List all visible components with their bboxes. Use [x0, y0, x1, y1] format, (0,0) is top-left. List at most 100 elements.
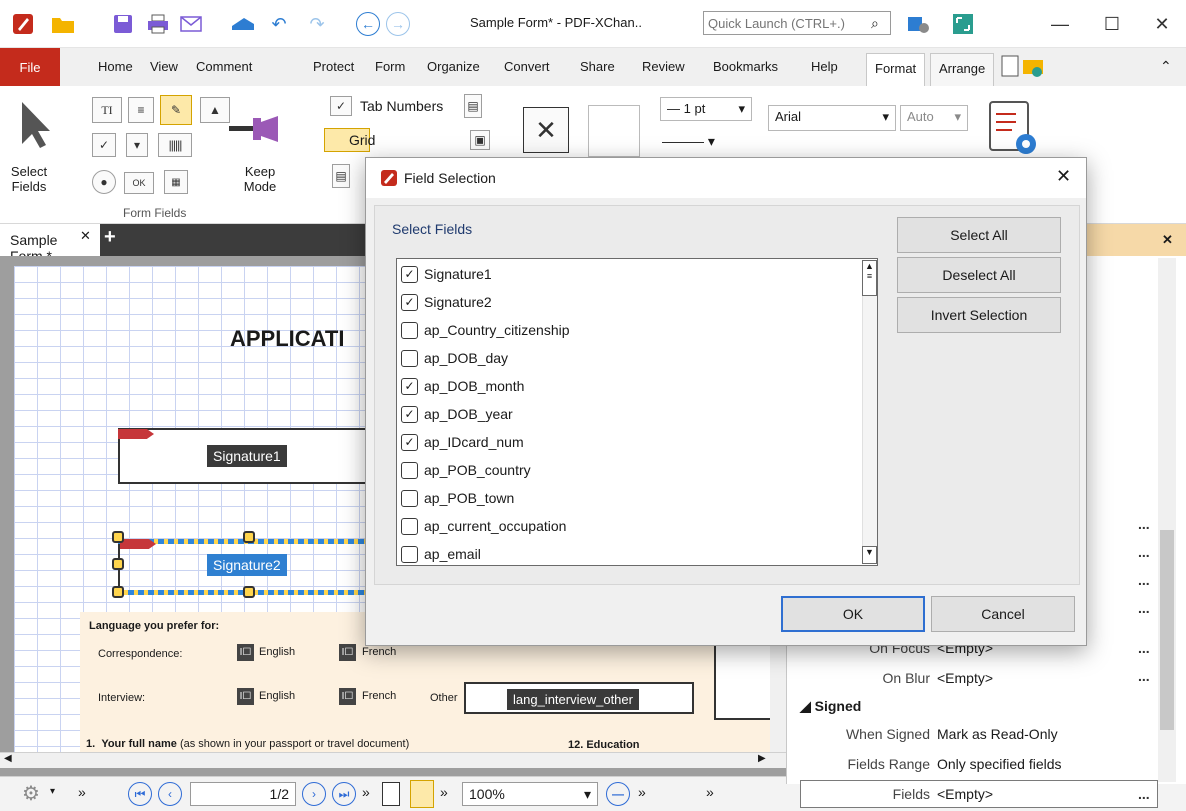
- barcode-tool-icon[interactable]: ||||||: [158, 133, 192, 157]
- checkbox-checked-icon[interactable]: ✓: [401, 405, 418, 423]
- expand-icon[interactable]: »: [440, 784, 448, 800]
- field-list-item[interactable]: ap_email: [401, 541, 481, 565]
- redo-icon[interactable]: ↷: [304, 12, 330, 36]
- on-blur-value[interactable]: <Empty>: [937, 670, 993, 686]
- resize-handle[interactable]: [112, 586, 124, 598]
- font-dropdown[interactable]: Arial ▾: [768, 105, 896, 131]
- scroll-right-icon[interactable]: ▶: [758, 753, 766, 764]
- zoom-dropdown[interactable]: 100% ▾: [462, 782, 598, 806]
- tab-review[interactable]: Review: [642, 59, 685, 74]
- expand-icon[interactable]: »: [706, 784, 714, 800]
- field-list-item[interactable]: ✓ ap_DOB_year: [401, 401, 513, 427]
- continuous-view-icon[interactable]: [410, 780, 434, 808]
- field-list-item[interactable]: ap_POB_country: [401, 457, 531, 483]
- fields-listbox[interactable]: ✓ Signature1 ✓ Signature2 ap_Country_citizen…: [396, 258, 878, 566]
- email-icon[interactable]: [178, 12, 204, 36]
- invert-selection-button[interactable]: Invert Selection: [897, 297, 1061, 333]
- new-tab-icon[interactable]: +: [104, 226, 116, 249]
- resize-handle[interactable]: [112, 558, 124, 570]
- border-none-icon[interactable]: ✕: [523, 107, 569, 153]
- customize-icon[interactable]: [905, 12, 933, 36]
- tab-form[interactable]: Form: [375, 59, 405, 74]
- checkbox-checked-icon[interactable]: ✓: [401, 377, 418, 395]
- signed-section-header[interactable]: ◢ Signed: [800, 698, 861, 715]
- close-panel-icon[interactable]: ✕: [1162, 232, 1173, 248]
- radio-button-tool-icon[interactable]: ●: [92, 170, 116, 194]
- forward-nav-icon[interactable]: →: [386, 12, 410, 36]
- maximize-button[interactable]: ☐: [1092, 10, 1132, 38]
- checkbox-unchecked-icon[interactable]: [401, 349, 418, 367]
- tab-help[interactable]: Help: [811, 59, 838, 74]
- select-fields-button[interactable]: Select Fields: [4, 164, 54, 194]
- combo-box-tool-icon[interactable]: ▾: [126, 133, 148, 157]
- cancel-button[interactable]: Cancel: [931, 596, 1075, 632]
- field-properties-icon[interactable]: [986, 100, 1042, 161]
- last-page-button[interactable]: ⏭: [332, 782, 356, 806]
- grid-button[interactable]: Grid: [324, 128, 375, 152]
- checkbox-tool-icon[interactable]: ✓: [92, 133, 116, 157]
- minimize-button[interactable]: —: [1040, 10, 1080, 38]
- close-tab-icon[interactable]: ✕: [80, 228, 91, 244]
- page-number-input[interactable]: 1/2: [190, 782, 296, 806]
- more-button[interactable]: ...: [1138, 516, 1150, 532]
- button-tool-icon[interactable]: OK: [124, 172, 154, 194]
- chevron-down-icon[interactable]: ▾: [50, 786, 55, 797]
- more-button[interactable]: ...: [1138, 544, 1150, 560]
- document-icon[interactable]: ▤: [332, 164, 350, 188]
- image-field-tool-icon[interactable]: ▲: [200, 97, 230, 123]
- tab-file[interactable]: File: [0, 48, 60, 86]
- resize-handle[interactable]: [112, 531, 124, 543]
- field-list-item[interactable]: ✓ ap_DOB_month: [401, 373, 524, 399]
- signature-field-tool-icon[interactable]: ✎: [160, 95, 192, 125]
- scroll-up-icon[interactable]: ▲ ≡: [862, 260, 877, 296]
- font-size-dropdown[interactable]: Auto ▾: [900, 105, 968, 131]
- fields-value[interactable]: <Empty>: [937, 786, 993, 802]
- date-field-tool-icon[interactable]: ▦: [164, 170, 188, 194]
- field-list-item[interactable]: ✓ Signature2: [401, 289, 492, 315]
- expand-icon[interactable]: »: [362, 784, 370, 800]
- when-signed-value[interactable]: Mark as Read-Only: [937, 726, 1058, 742]
- checkbox-unchecked-icon[interactable]: [401, 489, 418, 507]
- expand-icon[interactable]: »: [78, 784, 86, 800]
- tab-format[interactable]: Format: [866, 53, 926, 86]
- tab-home[interactable]: Home: [98, 59, 133, 74]
- more-button[interactable]: ...: [1138, 572, 1150, 588]
- field-list-item[interactable]: ap_POB_town: [401, 485, 514, 511]
- single-page-view-icon[interactable]: [382, 782, 400, 806]
- english-checkbox[interactable]: I☐: [237, 644, 254, 661]
- line-style-dropdown[interactable]: ——— ▾: [662, 133, 715, 150]
- french-checkbox[interactable]: I☐: [339, 688, 356, 705]
- tab-convert[interactable]: Convert: [504, 59, 550, 74]
- tab-bookmarks[interactable]: Bookmarks: [713, 59, 778, 74]
- french-checkbox[interactable]: I☐: [339, 644, 356, 661]
- document-horizontal-scrollbar[interactable]: [0, 752, 786, 768]
- checkbox-unchecked-icon[interactable]: [401, 517, 418, 535]
- line-width-dropdown[interactable]: — 1 pt ▾: [660, 97, 752, 121]
- list-box-tool-icon[interactable]: ≡: [128, 97, 154, 123]
- previous-page-button[interactable]: ‹: [158, 782, 182, 806]
- tab-numbers-button[interactable]: Tab Numbers: [360, 98, 443, 114]
- collapse-ribbon-icon[interactable]: ⌃: [1160, 58, 1172, 75]
- signer-icon[interactable]: [1001, 54, 1047, 81]
- checkbox-checked-icon[interactable]: ✓: [401, 293, 418, 311]
- back-nav-icon[interactable]: ←: [356, 12, 380, 36]
- tab-share[interactable]: Share: [580, 59, 615, 74]
- checkbox-unchecked-icon[interactable]: [401, 545, 418, 563]
- keep-mode-pin-icon[interactable]: [228, 108, 284, 151]
- checkbox-checked-icon[interactable]: ✓: [401, 265, 418, 283]
- text-field-tool-icon[interactable]: TI: [92, 97, 122, 123]
- more-button[interactable]: ...: [1138, 786, 1150, 802]
- panel-scroll-thumb[interactable]: [1160, 530, 1174, 730]
- checkbox-checked-icon[interactable]: ✓: [401, 433, 418, 451]
- next-page-button[interactable]: ›: [302, 782, 326, 806]
- tab-protect[interactable]: Protect: [313, 59, 354, 74]
- fill-color-swatch[interactable]: [588, 105, 640, 157]
- english-checkbox[interactable]: I☐: [237, 688, 254, 705]
- fullscreen-icon[interactable]: [950, 12, 976, 36]
- expand-icon[interactable]: »: [638, 784, 646, 800]
- undo-icon[interactable]: ↶: [266, 12, 292, 36]
- scanner-icon[interactable]: [228, 12, 258, 36]
- deselect-all-button[interactable]: Deselect All: [897, 257, 1061, 293]
- first-page-button[interactable]: ⏮: [128, 782, 152, 806]
- print-icon[interactable]: [145, 12, 171, 36]
